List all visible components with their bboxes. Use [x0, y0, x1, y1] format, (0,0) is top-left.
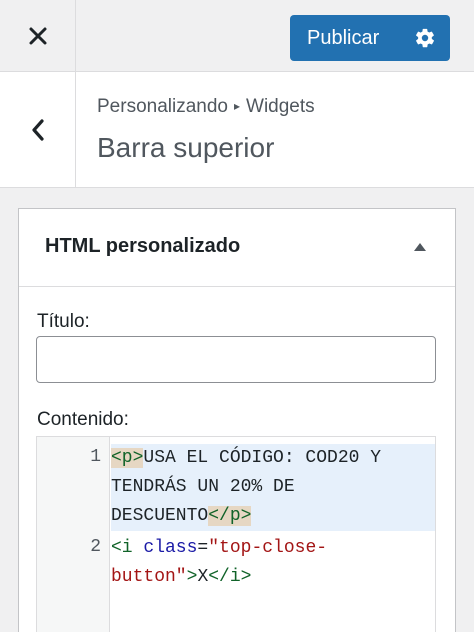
close-customizer-button[interactable] — [0, 0, 76, 72]
code-line: button">X</i> — [111, 563, 435, 592]
code-text: DESCUENTO — [111, 506, 209, 526]
code-punct: = — [197, 538, 209, 558]
code-line: <i class="top-close- — [111, 534, 435, 563]
code-tag: > — [186, 567, 198, 587]
section-title: Barra superior — [97, 132, 275, 163]
custom-html-widget: HTML personalizado Título: Contenido: 1 … — [18, 208, 456, 632]
code-line: <p>USA EL CÓDIGO: COD20 Y — [111, 444, 435, 473]
title-label: Título: — [37, 311, 90, 332]
title-input[interactable] — [36, 336, 436, 383]
code-attr: class — [143, 538, 198, 558]
breadcrumb: Personalizando ▸ Widgets — [97, 96, 315, 118]
publish-button[interactable]: Publicar — [290, 15, 450, 61]
code-string: button" — [111, 567, 187, 587]
back-button[interactable] — [0, 72, 76, 187]
close-icon — [29, 27, 46, 45]
code-line: TENDRÁS UN 20% DE — [111, 473, 435, 502]
code-tag: <i — [111, 538, 144, 558]
widget-header[interactable]: HTML personalizado — [19, 209, 455, 287]
publish-label: Publicar — [307, 27, 380, 49]
code-string: "top-close- — [208, 538, 328, 558]
code-tag: <p> — [111, 448, 144, 468]
widget-title: HTML personalizado — [45, 235, 241, 257]
breadcrumb-current: Widgets — [246, 96, 315, 117]
triangle-up-icon[interactable] — [412, 240, 428, 254]
breadcrumb-parent: Personalizando — [97, 96, 228, 117]
code-tag: </i> — [208, 567, 252, 587]
line-number: 2 — [90, 537, 101, 557]
code-line: DESCUENTO</p> — [111, 502, 435, 531]
customizer-topbar: Publicar — [0, 0, 474, 72]
content-label: Contenido: — [37, 409, 129, 430]
gear-icon[interactable] — [414, 27, 436, 49]
section-header: Personalizando ▸ Widgets Barra superior — [0, 72, 474, 188]
line-number: 1 — [90, 447, 101, 467]
chevron-left-icon — [31, 118, 44, 141]
code-editor[interactable]: 1 2 <p>USA EL CÓDIGO: COD20 Y TENDRÁS UN… — [36, 436, 436, 632]
code-tag: </p> — [208, 506, 252, 526]
code-text: TENDRÁS UN 20% DE — [111, 477, 295, 497]
code-text: X — [197, 567, 209, 587]
breadcrumb-separator: ▸ — [233, 99, 241, 113]
code-text: USA EL CÓDIGO: COD20 Y — [143, 448, 382, 468]
